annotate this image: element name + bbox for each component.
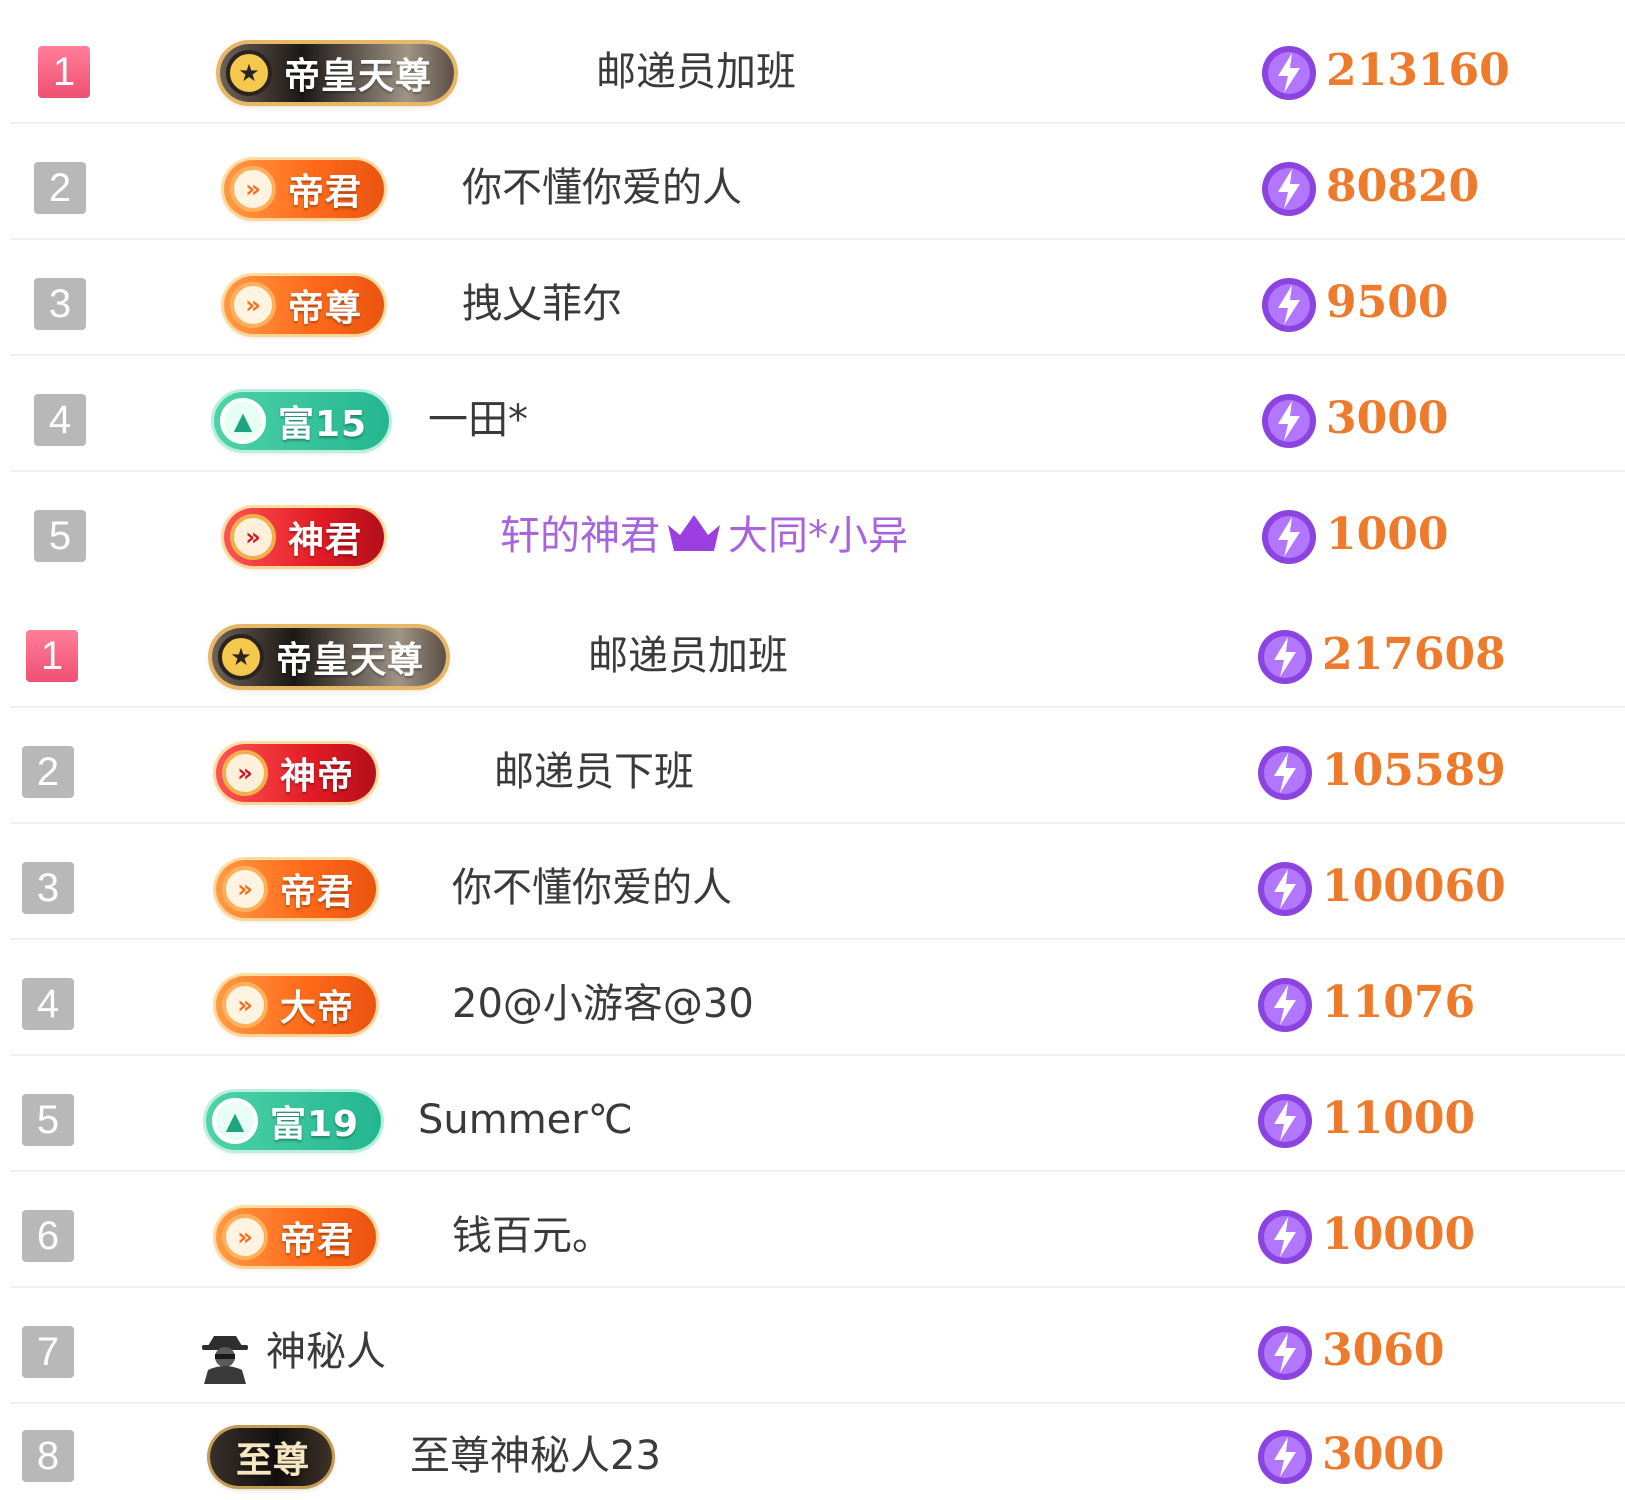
user-name[interactable]: 一田*	[428, 390, 528, 450]
rank-badge: 5	[22, 1094, 74, 1146]
table-row[interactable]: 7 神秘人 3060	[10, 1288, 1625, 1404]
user-name-suffix: 大同*小异	[728, 513, 908, 559]
level-badge: » 帝君	[224, 160, 385, 218]
lightning-coin-icon	[1258, 1210, 1312, 1264]
score-value: 11076	[1322, 977, 1476, 1028]
score-value: 100060	[1322, 861, 1506, 912]
double-chevron-icon: »	[230, 166, 276, 212]
table-row[interactable]: 6 » 帝君 钱百元。 10000	[10, 1172, 1625, 1288]
score-value: 11000	[1322, 1093, 1476, 1144]
double-chevron-icon: »	[222, 750, 268, 796]
rank-badge: 3	[22, 862, 74, 914]
user-name[interactable]: 你不懂你爱的人	[452, 858, 732, 918]
lightning-coin-icon	[1262, 510, 1316, 564]
level-badge: » 大帝	[216, 976, 377, 1034]
rank-badge: 2	[22, 746, 74, 798]
table-row[interactable]: 3 » 帝君 你不懂你爱的人 100060	[10, 824, 1625, 940]
lightning-coin-icon	[1258, 746, 1312, 800]
score-value: 3060	[1322, 1325, 1445, 1376]
lightning-coin-icon	[1258, 1430, 1312, 1484]
rank-badge: 1	[26, 630, 78, 682]
user-name[interactable]: 拽乂菲尔	[462, 274, 622, 334]
rank-badge: 4	[34, 394, 86, 446]
score-value: 213160	[1326, 45, 1510, 96]
score-value: 3000	[1326, 393, 1449, 444]
user-name[interactable]: 20@小游客@30	[452, 974, 754, 1034]
table-row[interactable]: 2 » 神帝 邮递员下班 105589	[10, 708, 1625, 824]
table-row[interactable]: 1 ★ 帝皇天尊 邮递员加班 217608	[10, 592, 1625, 708]
double-chevron-icon: »	[222, 982, 268, 1028]
level-badge: ★ 帝皇天尊	[212, 628, 447, 686]
score-value: 1000	[1326, 509, 1449, 560]
user-name[interactable]: 神秘人	[266, 1322, 386, 1382]
double-chevron-icon: »	[230, 514, 276, 560]
crown-icon	[668, 515, 720, 551]
table-row[interactable]: 4 » 大帝 20@小游客@30 11076	[10, 940, 1625, 1056]
star-icon: ★	[218, 634, 264, 680]
score-value: 105589	[1322, 745, 1506, 796]
user-name[interactable]: 钱百元。	[452, 1206, 612, 1266]
user-name[interactable]: Summer℃	[418, 1090, 633, 1150]
level-badge: ▲ 富19	[206, 1092, 382, 1150]
lightning-coin-icon	[1262, 46, 1316, 100]
level-badge: » 帝尊	[224, 276, 385, 334]
score-value: 80820	[1326, 161, 1480, 212]
table-row[interactable]: 1 ★ 帝皇天尊 邮递员加班 213160	[10, 8, 1625, 124]
table-row[interactable]: 5 ▲ 富19 Summer℃ 11000	[10, 1056, 1625, 1172]
score-value: 217608	[1322, 629, 1506, 680]
rank-badge: 4	[22, 978, 74, 1030]
triangle-icon: ▲	[220, 398, 266, 444]
lightning-coin-icon	[1262, 162, 1316, 216]
user-name-prefix: 轩的神君	[500, 513, 660, 559]
level-badge: » 神君	[224, 508, 385, 566]
table-row[interactable]: 4 ▲ 富15 一田* 3000	[10, 356, 1625, 472]
double-chevron-icon: »	[222, 1214, 268, 1260]
triangle-icon: ▲	[212, 1098, 258, 1144]
level-badge: 至尊	[210, 1428, 333, 1486]
user-name[interactable]: 至尊神秘人23	[410, 1426, 661, 1486]
user-name[interactable]: 邮递员下班	[494, 742, 694, 802]
table-row[interactable]: 5 » 神君 轩的神君 大同*小异 1000	[10, 472, 1625, 588]
lightning-coin-icon	[1258, 1094, 1312, 1148]
level-badge: ★ 帝皇天尊	[220, 44, 455, 102]
level-badge: » 帝君	[216, 1208, 377, 1266]
level-badge: ▲ 富15	[214, 392, 390, 450]
star-icon: ★	[226, 50, 272, 96]
lightning-coin-icon	[1258, 1326, 1312, 1380]
double-chevron-icon: »	[222, 866, 268, 912]
level-badge: » 帝君	[216, 860, 377, 918]
lightning-coin-icon	[1258, 630, 1312, 684]
score-value: 9500	[1326, 277, 1449, 328]
lightning-coin-icon	[1262, 394, 1316, 448]
lightning-coin-icon	[1258, 978, 1312, 1032]
rank-badge: 5	[34, 510, 86, 562]
user-name[interactable]: 轩的神君 大同*小异	[500, 506, 908, 566]
rank-badge: 1	[38, 46, 90, 98]
table-row[interactable]: 8 至尊 至尊神秘人23 3000	[10, 1404, 1625, 1500]
score-value: 10000	[1322, 1209, 1476, 1260]
lightning-coin-icon	[1258, 862, 1312, 916]
user-name[interactable]: 你不懂你爱的人	[462, 158, 742, 218]
rank-badge: 3	[34, 278, 86, 330]
rank-badge: 7	[22, 1326, 74, 1378]
user-name[interactable]: 邮递员加班	[588, 626, 788, 686]
mystery-person-icon	[202, 1336, 248, 1384]
rank-badge: 8	[22, 1430, 74, 1482]
score-value: 3000	[1322, 1429, 1445, 1480]
lightning-coin-icon	[1262, 278, 1316, 332]
rank-badge: 2	[34, 162, 86, 214]
table-row[interactable]: 2 » 帝君 你不懂你爱的人 80820	[10, 124, 1625, 240]
double-chevron-icon: »	[230, 282, 276, 328]
rank-board: 1 ★ 帝皇天尊 邮递员加班 213160 2 » 帝君 你不懂你爱的人 808…	[0, 0, 1625, 1500]
level-badge: » 神帝	[216, 744, 377, 802]
table-row[interactable]: 3 » 帝尊 拽乂菲尔 9500	[10, 240, 1625, 356]
rank-badge: 6	[22, 1210, 74, 1262]
user-name[interactable]: 邮递员加班	[596, 42, 796, 102]
